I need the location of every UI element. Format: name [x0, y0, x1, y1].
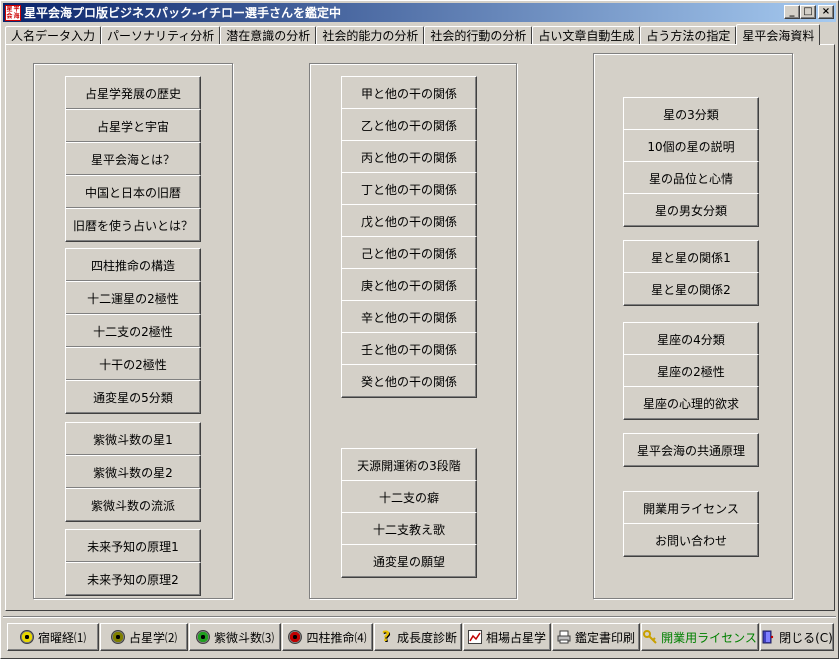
tsuhen-wish-button[interactable]: 通変星の願望 — [341, 544, 477, 578]
olive-target-icon — [110, 630, 125, 644]
growth-diagnosis-button[interactable]: ? 成長度診断 — [374, 623, 462, 651]
print-report-label: 鑑定書印刷 — [574, 630, 635, 645]
common-principle-button[interactable]: 星平会海の共通原理 — [623, 433, 759, 467]
tab-social-ability[interactable]: 社会的能力の分析 — [316, 26, 425, 44]
prediction-principle-2-button[interactable]: 未来予知の原理2 — [65, 562, 201, 596]
maximize-button[interactable]: □ — [800, 5, 816, 19]
ziwei-stars-1-button[interactable]: 紫微斗数の星1 — [65, 422, 201, 456]
printer-icon — [557, 630, 571, 644]
about-button[interactable]: 星平会海とは？ — [65, 142, 201, 176]
star-3-class-button[interactable]: 星の3分類 — [623, 97, 759, 131]
red-target-icon — [288, 630, 303, 644]
close-app-button[interactable]: 閉じる(C) — [760, 623, 834, 651]
tab-name-input[interactable]: 人名データ入力 — [5, 26, 102, 44]
window-title: 星平会海プロ版ビジネスパック-イチロー選手さんを鑑定中 — [24, 6, 341, 20]
exit-door-icon — [761, 630, 775, 644]
twelve-branches-button[interactable]: 十二支の2極性 — [65, 314, 201, 348]
astrology-label: 占星学⑵ — [128, 630, 177, 645]
tab-method[interactable]: 占う方法の指定 — [640, 26, 737, 44]
chart-icon — [467, 630, 482, 644]
lunar-calendar-button[interactable]: 中国と日本の旧暦 — [65, 175, 201, 209]
sukuyo-button[interactable]: 宿曜経⑴ — [7, 623, 99, 651]
stem-kou2-button[interactable]: 庚と他の干の関係 — [341, 268, 477, 302]
sign-4-class-button[interactable]: 星座の4分類 — [623, 322, 759, 356]
question-icon: ? — [381, 629, 391, 645]
branch-habits-button[interactable]: 十二支の癖 — [341, 480, 477, 514]
contact-button[interactable]: お問い合わせ — [623, 523, 759, 557]
app-icon: 星平会海 — [5, 4, 21, 21]
main-window: 星平会海 星平会海プロ版ビジネスパック-イチロー選手さんを鑑定中 _ □ × 人… — [0, 0, 839, 659]
four-pillars-button[interactable]: 四柱推命⑷ — [282, 623, 373, 651]
branch-song-button[interactable]: 十二支教え歌 — [341, 512, 477, 546]
license-button[interactable]: 開業用ライセンス — [623, 491, 759, 525]
tab-social-behavior[interactable]: 社会的行動の分析 — [424, 26, 533, 44]
green-target-icon — [195, 630, 210, 644]
key-icon — [643, 630, 657, 644]
tengen-button[interactable]: 天源開運術の3段階 — [341, 448, 477, 482]
ziwei-schools-button[interactable]: 紫微斗数の流派 — [65, 488, 201, 522]
ten-stars-button[interactable]: 10個の星の説明 — [623, 129, 759, 163]
growth-diagnosis-label: 成長度診断 — [396, 630, 457, 645]
title-bar: 星平会海 星平会海プロ版ビジネスパック-イチロー選手さんを鑑定中 _ □ × — [3, 3, 836, 22]
four-pillars-structure-button[interactable]: 四柱推命の構造 — [65, 248, 201, 282]
license-toolbar-button[interactable]: 開業用ライセンス — [641, 623, 759, 651]
print-report-button[interactable]: 鑑定書印刷 — [552, 623, 640, 651]
stem-hei-button[interactable]: 丙と他の干の関係 — [341, 140, 477, 174]
license-toolbar-label: 開業用ライセンス — [661, 630, 757, 645]
stem-jin-button[interactable]: 壬と他の干の関係 — [341, 332, 477, 366]
stem-ki2-button[interactable]: 癸と他の干の関係 — [341, 364, 477, 398]
sukuyo-label: 宿曜経⑴ — [37, 630, 86, 645]
stem-shin-button[interactable]: 辛と他の干の関係 — [341, 300, 477, 334]
twelve-fortune-stars-button[interactable]: 十二運星の2極性 — [65, 281, 201, 315]
star-relation-1-button[interactable]: 星と星の関係1 — [623, 240, 759, 274]
tsuhen-stars-button[interactable]: 通変星の5分類 — [65, 380, 201, 414]
stem-otsu-button[interactable]: 乙と他の干の関係 — [341, 108, 477, 142]
stem-bo-button[interactable]: 戊と他の干の関係 — [341, 204, 477, 238]
close-button[interactable]: × — [818, 5, 834, 19]
tab-reference[interactable]: 星平会海資料 — [736, 24, 821, 45]
minimize-button[interactable]: _ — [784, 5, 800, 19]
tab-auto-text[interactable]: 占い文章自動生成 — [532, 26, 641, 44]
star-relation-2-button[interactable]: 星と星の関係2 — [623, 272, 759, 306]
tab-panel-reference: 占星学発展の歴史 占星学と宇宙 星平会海とは？ 中国と日本の旧暦 旧暦を使う占い… — [5, 44, 835, 611]
close-app-label: 閉じる(C) — [779, 630, 833, 645]
ten-stems-button[interactable]: 十干の2極性 — [65, 347, 201, 381]
star-dignity-button[interactable]: 星の品位と心情 — [623, 161, 759, 195]
lunar-divination-button[interactable]: 旧暦を使う占いとは？ — [65, 208, 201, 242]
tab-personality[interactable]: パーソナリティ分析 — [101, 26, 221, 44]
stem-ki-button[interactable]: 己と他の干の関係 — [341, 236, 477, 270]
yellow-target-icon — [19, 630, 34, 644]
sign-desire-button[interactable]: 星座の心理的欲求 — [623, 386, 759, 420]
ziwei-button[interactable]: 紫微斗数⑶ — [189, 623, 281, 651]
market-astrology-label: 相場占星学 — [485, 630, 546, 645]
ziwei-label: 紫微斗数⑶ — [213, 630, 274, 645]
sign-polarity-button[interactable]: 星座の2極性 — [623, 354, 759, 388]
astrology-universe-button[interactable]: 占星学と宇宙 — [65, 109, 201, 143]
prediction-principle-1-button[interactable]: 未来予知の原理1 — [65, 529, 201, 563]
tab-subconscious[interactable]: 潜在意識の分析 — [220, 26, 317, 44]
bottom-toolbar: 宿曜経⑴ 占星学⑵ 紫微斗数⑶ 四柱推命⑷ ? 成長度診断 相場占星学 鑑定書印… — [3, 616, 836, 656]
stem-kou-button[interactable]: 甲と他の干の関係 — [341, 76, 477, 110]
history-button[interactable]: 占星学発展の歴史 — [65, 76, 201, 110]
ziwei-stars-2-button[interactable]: 紫微斗数の星2 — [65, 455, 201, 489]
four-pillars-label: 四柱推命⑷ — [306, 630, 367, 645]
tab-strip: 人名データ入力 パーソナリティ分析 潜在意識の分析 社会的能力の分析 社会的行動… — [5, 24, 821, 45]
market-astrology-button[interactable]: 相場占星学 — [463, 623, 551, 651]
star-gender-button[interactable]: 星の男女分類 — [623, 193, 759, 227]
astrology-button[interactable]: 占星学⑵ — [100, 623, 188, 651]
stem-tei-button[interactable]: 丁と他の干の関係 — [341, 172, 477, 206]
